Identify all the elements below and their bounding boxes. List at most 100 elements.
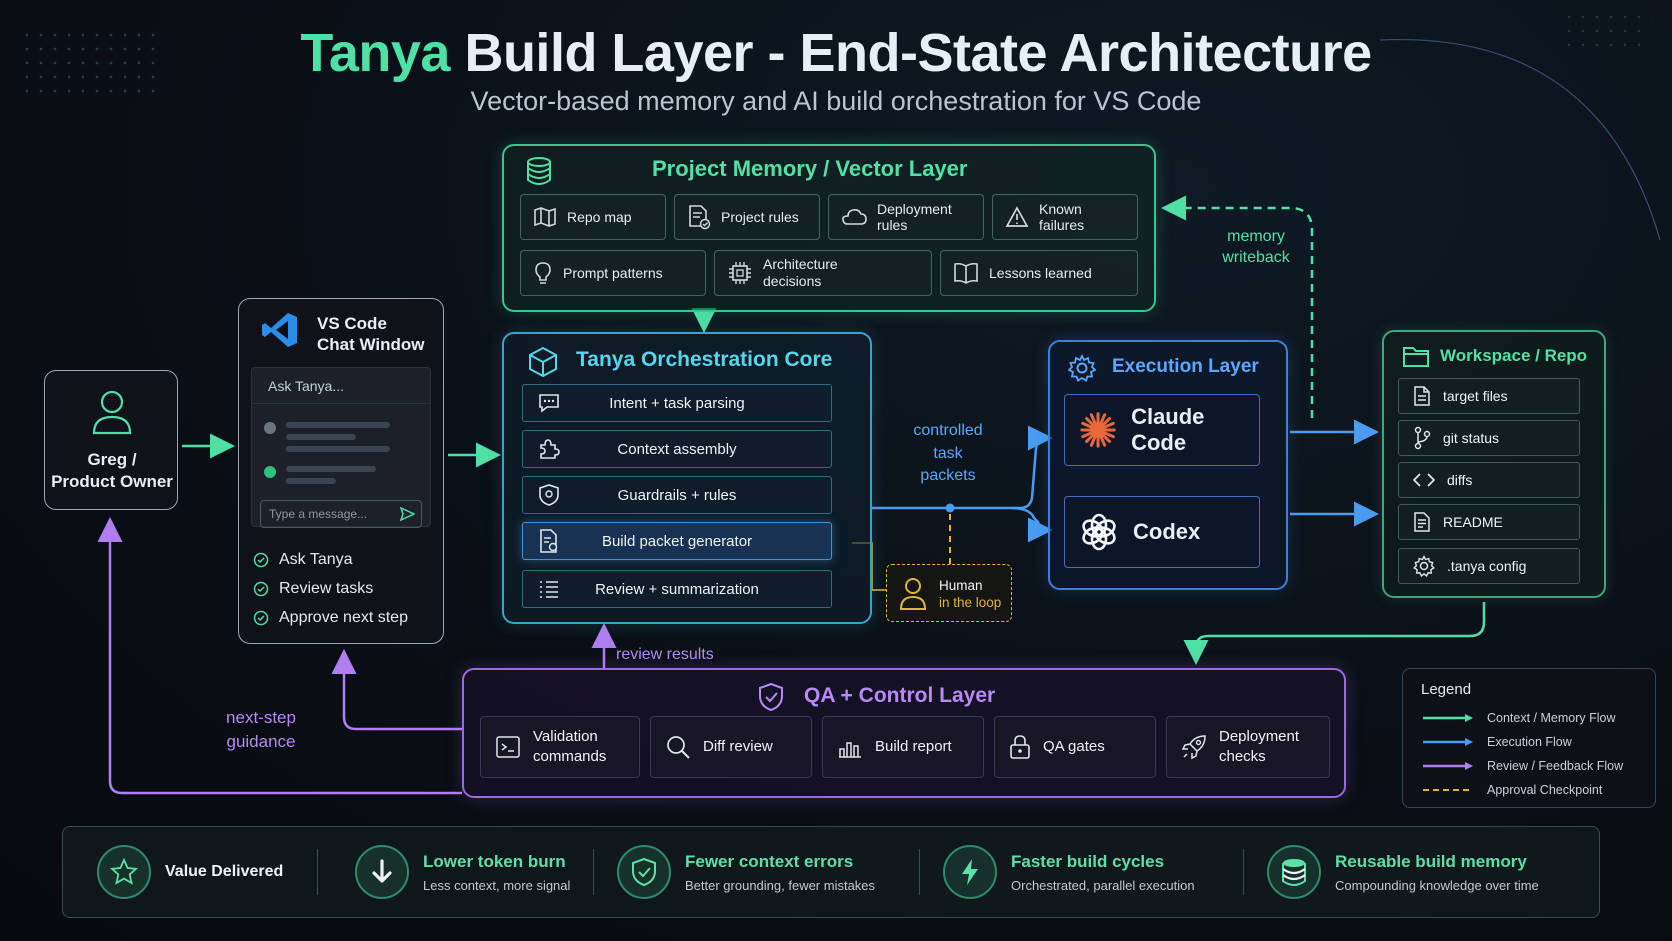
junction-dot [945,503,955,513]
memory-chip-label: Architecture decisions [763,256,838,289]
qa-item-build-report[interactable]: Build report [822,716,984,778]
star-badge [97,845,151,899]
message-placeholder-line [286,478,336,484]
workspace-heading: Workspace / Repo [1440,346,1588,365]
check-item-label: Approve next step [279,609,408,626]
product-owner-card[interactable]: Greg / Product Owner [44,370,178,510]
workspace-item-git-status[interactable]: git status [1398,420,1580,456]
workspace-item-label: git status [1443,430,1500,446]
cube-icon [529,346,557,378]
human-in-the-loop-box[interactable]: Human in the loop [886,564,1012,622]
workspace-item-tanya-config[interactable]: .tanya config [1398,548,1580,584]
controlled-task-packets-label: controlled task packets [913,422,983,484]
list-icon [540,581,558,598]
qa-item-validation-commands[interactable]: Validation commands [480,716,640,778]
workspace-item-label: README [1443,514,1503,530]
memory-heading: Project Memory / Vector Layer [652,156,968,181]
value-item-context-errors: Fewer context errors Better grounding, fe… [617,837,875,907]
message-placeholder-line [286,466,376,472]
memory-chip-deployment-rules[interactable]: Deployment rules [828,194,984,240]
qa-item-diff-review[interactable]: Diff review [650,716,812,778]
engine-label: Claude Code [1131,404,1205,455]
check-circle-icon [253,581,269,596]
memory-writeback-label: memory writeback [1222,228,1290,266]
arrow-qa-to-vscode [331,649,462,731]
chip-icon [729,262,751,284]
memory-chip-repo-map[interactable]: Repo map [520,194,666,240]
value-badge [943,845,997,899]
value-title: Lower token burn [423,851,566,871]
person-icon [899,578,927,610]
check-item-label: Review tasks [279,580,374,597]
review-results-label: review results [616,646,714,663]
legend-swatch-approval [1423,789,1473,791]
workspace-item-readme[interactable]: README [1398,504,1580,540]
workspace-item-label: .tanya config [1447,558,1527,574]
core-row-build-packet[interactable]: Build packet generator [522,522,832,560]
message-input-placeholder: Type a message... [269,507,368,521]
value-badge [1267,845,1321,899]
vscode-title: VS Code Chat Window [317,314,425,354]
settings-icon [1413,555,1435,577]
memory-chip-lessons-learned[interactable]: Lessons learned [940,250,1138,296]
check-item[interactable]: Review tasks [253,574,408,603]
workspace-item-diffs[interactable]: diffs [1398,462,1580,498]
message-input[interactable]: Type a message... [260,500,422,528]
legend-swatch-execution [1423,738,1473,746]
check-item-label: Ask Tanya [279,551,353,568]
memory-chip-label: Project rules [721,209,799,225]
divider [919,849,920,895]
value-label-text: Value Delivered [165,863,284,880]
send-icon[interactable] [399,506,415,522]
core-row-review[interactable]: Review + summarization [522,570,832,608]
shield-icon [539,484,559,506]
warning-icon [1005,206,1029,227]
legend-box: Legend Context / Memory Flow Execution F… [1402,668,1656,808]
memory-chip-architecture-decisions[interactable]: Architecture decisions [714,250,932,296]
check-item[interactable]: Ask Tanya [253,545,408,574]
qa-item-label: QA gates [1043,738,1105,755]
lock-icon [1010,735,1030,759]
chat-area: Ask Tanya... Type a message... [251,367,431,528]
workspace-item-label: target files [1443,388,1508,404]
codex-card[interactable]: Codex [1064,496,1260,568]
value-subtitle: Better grounding, fewer mistakes [685,877,876,893]
legend-swatch-feedback [1423,762,1473,770]
workspace-item-target-files[interactable]: target files [1398,378,1580,414]
memory-chip-prompt-patterns[interactable]: Prompt patterns [520,250,706,296]
divider [593,849,594,895]
memory-chip-known-failures[interactable]: Known failures [992,194,1138,240]
divider [1243,849,1244,895]
core-row-guardrails[interactable]: Guardrails + rules [522,476,832,514]
vscode-check-list: Ask Tanya Review tasks Approve next step [253,545,408,632]
check-circle-icon [253,552,269,567]
legend-item: Execution Flow [1421,735,1572,749]
qa-item-label: Deployment checks [1219,728,1300,765]
down-arrow-icon [372,859,392,883]
check-item[interactable]: Approve next step [253,603,408,632]
memory-chip-project-rules[interactable]: Project rules [674,194,820,240]
qa-item-qa-gates[interactable]: QA gates [994,716,1156,778]
value-subtitle: Less context, more signal [423,877,571,893]
core-row-context-assembly[interactable]: Context assembly [522,430,832,468]
arrow-core-to-codex [1009,506,1053,543]
file-icon [1414,386,1430,406]
engine-label: Codex [1133,519,1201,544]
database-icon [527,157,551,185]
folder-icon [1403,347,1429,367]
claude-code-card[interactable]: Claude Code [1064,394,1260,466]
legend-item: Context / Memory Flow [1421,711,1616,725]
value-title: Faster build cycles [1011,851,1165,871]
legend-title: Legend [1421,681,1472,698]
value-item-reusable-memory: Reusable build memory Compounding knowled… [1267,837,1539,907]
qa-item-deployment-checks[interactable]: Deployment checks [1166,716,1330,778]
qa-heading: QA + Control Layer [804,684,996,707]
document-icon [1414,512,1430,532]
message-placeholder-line [286,446,390,452]
avatar [264,422,276,434]
core-row-intent[interactable]: Intent + task parsing [522,384,832,422]
document-gear-icon [540,529,558,553]
chat-bubble-icon [539,394,559,413]
value-title: Fewer context errors [685,851,854,871]
value-delivered-bar: Value Delivered Lower token burn Less con… [62,826,1600,918]
